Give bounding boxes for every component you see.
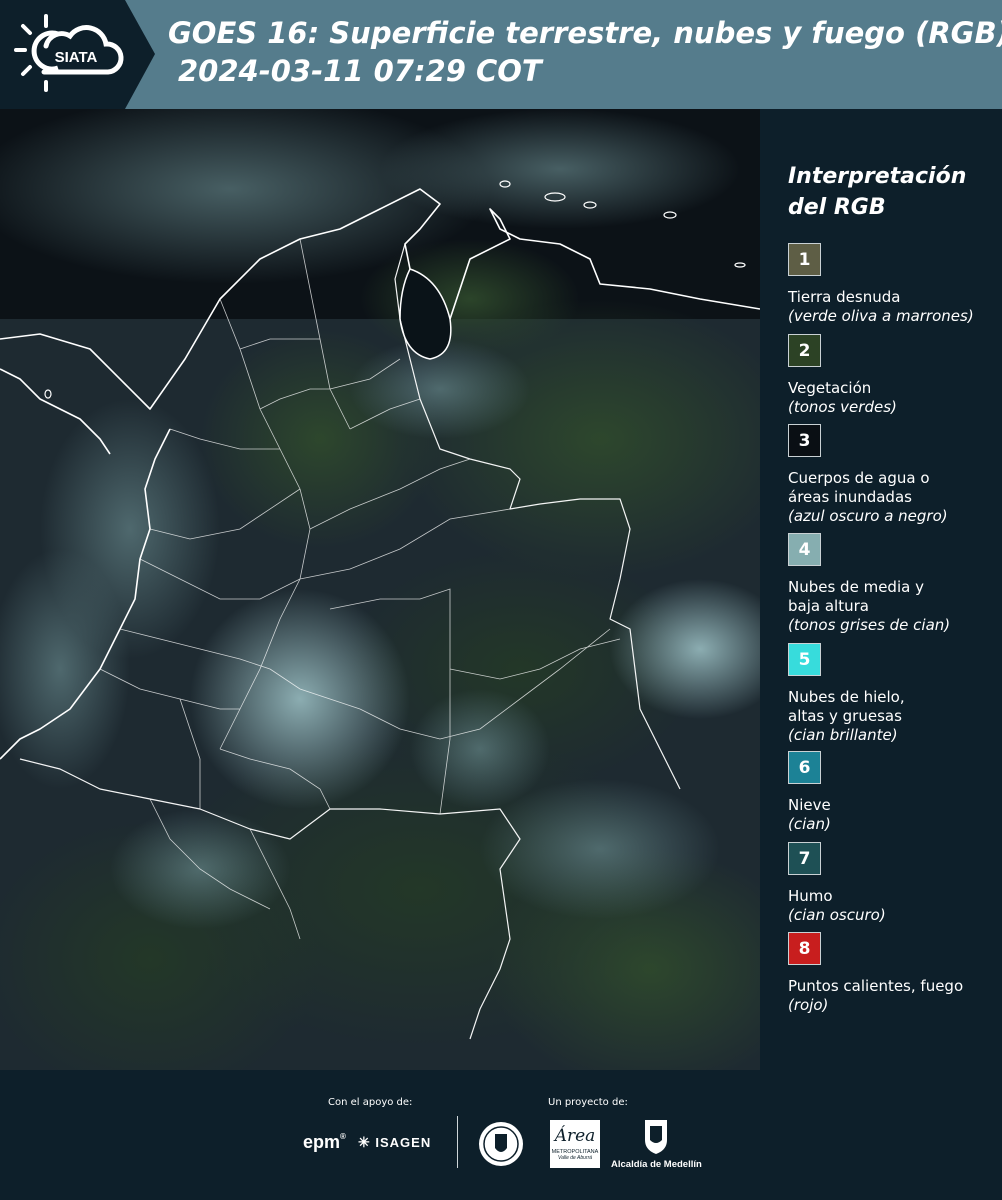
legend-label-2: Vegetación xyxy=(788,379,872,397)
legend-desc-6: (cian) xyxy=(788,815,831,833)
footer: Con el apoyo de: Un proyecto de: epm® ✳ … xyxy=(0,1070,1002,1200)
legend-item-2: 2 Vegetación (tonos verdes) xyxy=(788,334,998,417)
isagen-logo: ✳ ISAGEN xyxy=(358,1134,431,1151)
legend-swatch-6: 6 xyxy=(788,751,821,784)
logo-block: SIATA xyxy=(0,0,155,109)
legend-item-8: 8 Puntos calientes, fuego (rojo) xyxy=(788,932,998,1015)
university-seal-icon xyxy=(479,1122,523,1166)
legend-swatch-4: 4 xyxy=(788,533,821,566)
project-label: Un proyecto de: xyxy=(548,1097,628,1108)
area-logo-subtext2: Valle de Aburrá xyxy=(557,1155,593,1161)
legend-item-6: 6 Nieve (cian) xyxy=(788,751,998,834)
legend-label-1: Tierra desnuda xyxy=(788,288,901,306)
support-label: Con el apoyo de: xyxy=(328,1097,413,1108)
legend-desc-8: (rojo) xyxy=(788,996,829,1014)
legend-desc-5: (cian brillante) xyxy=(788,726,898,744)
logo-text: SIATA xyxy=(55,49,98,66)
legend-swatch-2: 2 xyxy=(788,334,821,367)
isagen-star-icon: ✳ xyxy=(358,1134,371,1150)
page-title: GOES 16: Superficie terrestre, nubes y f… xyxy=(168,16,1002,50)
legend-label-6: Nieve xyxy=(788,796,831,814)
legend-desc-2: (tonos verdes) xyxy=(788,398,897,416)
legend-swatch-5: 5 xyxy=(788,643,821,676)
epm-logo: epm® xyxy=(303,1132,346,1152)
legend-swatch-8: 8 xyxy=(788,932,821,965)
footer-divider xyxy=(457,1116,458,1168)
area-logo-text: Área xyxy=(554,1126,596,1146)
legend-desc-7: (cian oscuro) xyxy=(788,906,886,924)
legend-item-4: 4 Nubes de media y baja altura (tonos gr… xyxy=(788,533,998,635)
page-timestamp: 2024-03-11 07:29 COT xyxy=(178,54,542,88)
map-canvas[interactable] xyxy=(0,109,760,1070)
alcaldia-shield-icon xyxy=(645,1120,667,1154)
legend-swatch-3: 3 xyxy=(788,424,821,457)
legend-desc-1: (verde oliva a marrones) xyxy=(788,307,974,325)
legend-panel: Interpretación del RGB 1 Tierra desnuda … xyxy=(760,109,1002,1070)
legend-swatch-7: 7 xyxy=(788,842,821,875)
legend-desc-3: (azul oscuro a negro) xyxy=(788,507,948,525)
satellite-map[interactable] xyxy=(0,109,761,1070)
legend-item-7: 7 Humo (cian oscuro) xyxy=(788,842,998,925)
header-bar: SIATA GOES 16: Superficie terrestre, nub… xyxy=(0,0,1002,109)
legend-label-5: Nubes de hielo, altas y gruesas xyxy=(788,688,905,725)
legend-label-8: Puntos calientes, fuego xyxy=(788,977,964,995)
legend-label-7: Humo xyxy=(788,887,833,905)
legend-item-3: 3 Cuerpos de agua o áreas inundadas (azu… xyxy=(788,424,998,526)
legend-title: Interpretación del RGB xyxy=(788,164,967,220)
legend-swatch-1: 1 xyxy=(788,243,821,276)
isagen-logo-text: ISAGEN xyxy=(375,1135,432,1150)
legend-item-1: 1 Tierra desnuda (verde oliva a marrones… xyxy=(788,243,998,326)
siata-logo-icon: SIATA xyxy=(14,14,124,92)
legend-label-4: Nubes de media y baja altura xyxy=(788,578,924,615)
area-metropolitana-logo: Área METROPOLITANA Valle de Aburrá xyxy=(550,1120,600,1168)
alcaldia-logo-text: Alcaldía de Medellín xyxy=(611,1159,702,1170)
legend-desc-4: (tonos grises de cian) xyxy=(788,616,951,634)
legend-item-5: 5 Nubes de hielo, altas y gruesas (cian … xyxy=(788,643,998,745)
legend-label-3: Cuerpos de agua o áreas inundadas xyxy=(788,469,930,506)
epm-logo-text: epm xyxy=(303,1132,341,1152)
